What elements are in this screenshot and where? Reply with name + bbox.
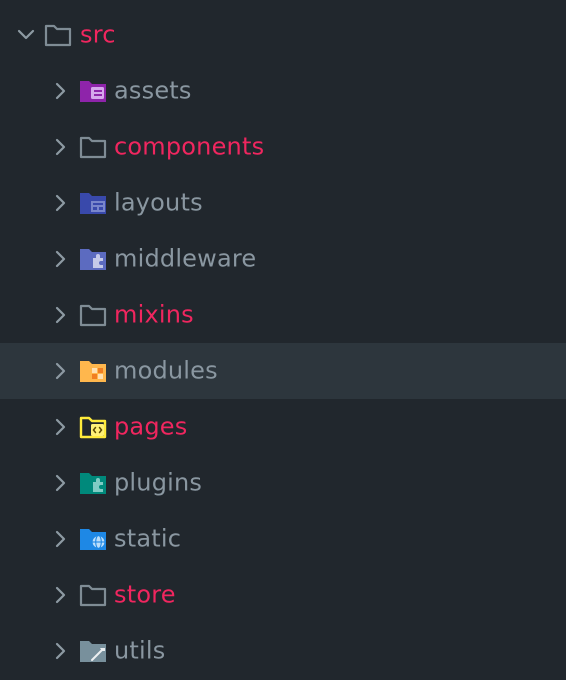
tree-item-label: utils <box>114 636 166 665</box>
tree-item-label: middleware <box>114 244 257 273</box>
tree-item-label: layouts <box>114 188 203 217</box>
tree-item-label: assets <box>114 76 192 105</box>
folder-assets-icon <box>79 79 107 103</box>
folder-outline-icon <box>79 303 107 327</box>
tree-item-label: components <box>114 132 265 161</box>
tree-item-utils[interactable]: utils <box>0 623 566 679</box>
chevron-right-icon[interactable] <box>51 642 69 660</box>
tree-item-label: src <box>80 20 116 49</box>
tree-item-assets[interactable]: assets <box>0 63 566 119</box>
tree-item-store[interactable]: store <box>0 567 566 623</box>
chevron-right-icon[interactable] <box>51 474 69 492</box>
tree-item-label: store <box>114 580 176 609</box>
tree-item-label: static <box>114 524 182 553</box>
chevron-down-icon[interactable] <box>17 26 35 44</box>
chevron-right-icon[interactable] <box>51 362 69 380</box>
tree-item-label: pages <box>114 412 188 441</box>
folder-middleware-icon <box>79 247 107 271</box>
tree-item-middleware[interactable]: middleware <box>0 231 566 287</box>
tree-item-src[interactable]: src <box>0 7 566 63</box>
folder-pages-icon <box>79 415 107 439</box>
tree-item-label: plugins <box>114 468 203 497</box>
folder-plugins-icon <box>79 471 107 495</box>
tree-item-layouts[interactable]: layouts <box>0 175 566 231</box>
chevron-right-icon[interactable] <box>51 306 69 324</box>
folder-static-icon <box>79 527 107 551</box>
chevron-right-icon[interactable] <box>51 82 69 100</box>
tree-item-mixins[interactable]: mixins <box>0 287 566 343</box>
file-explorer-tree: src assets components layouts middleware… <box>0 0 566 680</box>
tree-item-components[interactable]: components <box>0 119 566 175</box>
folder-utils-icon <box>79 639 107 663</box>
tree-item-static[interactable]: static <box>0 511 566 567</box>
tree-item-plugins[interactable]: plugins <box>0 455 566 511</box>
folder-modules-icon <box>79 359 107 383</box>
folder-outline-icon <box>79 135 107 159</box>
chevron-right-icon[interactable] <box>51 530 69 548</box>
tree-item-label: mixins <box>114 300 194 329</box>
tree-item-modules[interactable]: modules <box>0 343 566 399</box>
chevron-right-icon[interactable] <box>51 138 69 156</box>
tree-item-pages[interactable]: pages <box>0 399 566 455</box>
folder-layouts-icon <box>79 191 107 215</box>
tree-item-label: modules <box>114 356 218 385</box>
chevron-right-icon[interactable] <box>51 194 69 212</box>
folder-outline-icon <box>79 583 107 607</box>
chevron-right-icon[interactable] <box>51 250 69 268</box>
chevron-right-icon[interactable] <box>51 418 69 436</box>
folder-open-outline-icon <box>44 23 72 47</box>
chevron-right-icon[interactable] <box>51 586 69 604</box>
